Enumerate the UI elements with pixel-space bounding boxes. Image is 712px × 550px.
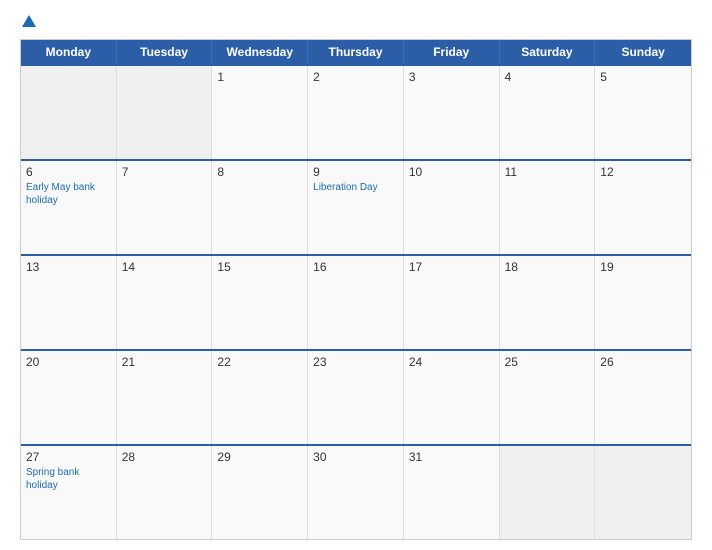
- logo: [20, 15, 36, 29]
- calendar-cell: 10: [404, 161, 500, 254]
- day-number: 12: [600, 165, 686, 179]
- calendar-event: Liberation Day: [313, 181, 398, 194]
- header: [20, 15, 692, 29]
- calendar-cell: 16: [308, 256, 404, 349]
- day-number: 16: [313, 260, 398, 274]
- calendar-cell: 24: [404, 351, 500, 444]
- calendar-week: 20 21 22 23 24 25 26: [21, 349, 691, 444]
- day-number: 19: [600, 260, 686, 274]
- calendar-cell: 15: [212, 256, 308, 349]
- day-number: 6: [26, 165, 111, 179]
- day-number: 20: [26, 355, 111, 369]
- day-number: 24: [409, 355, 494, 369]
- day-number: 28: [122, 450, 207, 464]
- day-number: 25: [505, 355, 590, 369]
- calendar-cell: 22: [212, 351, 308, 444]
- calendar-cell: 18: [500, 256, 596, 349]
- calendar-week: 12345: [21, 64, 691, 159]
- calendar-week: 27 Spring bank holiday 28 29 30 31: [21, 444, 691, 539]
- calendar-cell: 9 Liberation Day: [308, 161, 404, 254]
- day-number: 27: [26, 450, 111, 464]
- calendar-cell: 19: [595, 256, 691, 349]
- calendar-week: 6 Early May bank holiday 789 Liberation Day…: [21, 159, 691, 254]
- day-number: 8: [217, 165, 302, 179]
- day-number: 18: [505, 260, 590, 274]
- calendar-cell: 21: [117, 351, 213, 444]
- calendar-header-cell: Sunday: [595, 40, 691, 64]
- day-number: 15: [217, 260, 302, 274]
- day-number: 5: [600, 70, 686, 84]
- calendar-cell: [117, 66, 213, 159]
- day-number: 14: [122, 260, 207, 274]
- day-number: 9: [313, 165, 398, 179]
- calendar-cell: 1: [212, 66, 308, 159]
- calendar-cell: [21, 66, 117, 159]
- day-number: 30: [313, 450, 398, 464]
- calendar-cell: 7: [117, 161, 213, 254]
- day-number: 7: [122, 165, 207, 179]
- calendar-cell: 4: [500, 66, 596, 159]
- day-number: 31: [409, 450, 494, 464]
- calendar-cell: 26: [595, 351, 691, 444]
- day-number: 13: [26, 260, 111, 274]
- calendar-event: Spring bank holiday: [26, 466, 111, 492]
- calendar-header-cell: Monday: [21, 40, 117, 64]
- calendar-week: 13 14 15 16 17 18 19: [21, 254, 691, 349]
- calendar-cell: 11: [500, 161, 596, 254]
- calendar-header-row: MondayTuesdayWednesdayThursdayFridaySatu…: [21, 40, 691, 64]
- day-number: 2: [313, 70, 398, 84]
- day-number: 23: [313, 355, 398, 369]
- day-number: 10: [409, 165, 494, 179]
- calendar: MondayTuesdayWednesdayThursdayFridaySatu…: [20, 39, 692, 540]
- calendar-cell: 5: [595, 66, 691, 159]
- calendar-cell: 8: [212, 161, 308, 254]
- day-number: 17: [409, 260, 494, 274]
- calendar-cell: 27 Spring bank holiday: [21, 446, 117, 539]
- calendar-cell: 28: [117, 446, 213, 539]
- calendar-cell: 3: [404, 66, 500, 159]
- calendar-cell: 29: [212, 446, 308, 539]
- calendar-cell: 2: [308, 66, 404, 159]
- calendar-header-cell: Thursday: [308, 40, 404, 64]
- day-number: 21: [122, 355, 207, 369]
- calendar-header-cell: Tuesday: [117, 40, 213, 64]
- calendar-header-cell: Friday: [404, 40, 500, 64]
- logo-triangle-icon: [22, 15, 36, 27]
- calendar-cell: [595, 446, 691, 539]
- calendar-cell: 13: [21, 256, 117, 349]
- day-number: 4: [505, 70, 590, 84]
- day-number: 11: [505, 165, 590, 179]
- calendar-cell: 20: [21, 351, 117, 444]
- calendar-cell: 23: [308, 351, 404, 444]
- day-number: 3: [409, 70, 494, 84]
- calendar-cell: 12: [595, 161, 691, 254]
- page: MondayTuesdayWednesdayThursdayFridaySatu…: [0, 0, 712, 550]
- day-number: 22: [217, 355, 302, 369]
- calendar-cell: 25: [500, 351, 596, 444]
- calendar-event: Early May bank holiday: [26, 181, 111, 207]
- calendar-cell: 14: [117, 256, 213, 349]
- day-number: 1: [217, 70, 302, 84]
- calendar-cell: 6 Early May bank holiday: [21, 161, 117, 254]
- day-number: 29: [217, 450, 302, 464]
- calendar-header-cell: Saturday: [500, 40, 596, 64]
- calendar-header-cell: Wednesday: [212, 40, 308, 64]
- calendar-cell: 31: [404, 446, 500, 539]
- day-number: 26: [600, 355, 686, 369]
- calendar-body: 123456Early May bank holiday789Liberatio…: [21, 64, 691, 539]
- calendar-cell: 17: [404, 256, 500, 349]
- calendar-cell: [500, 446, 596, 539]
- calendar-cell: 30: [308, 446, 404, 539]
